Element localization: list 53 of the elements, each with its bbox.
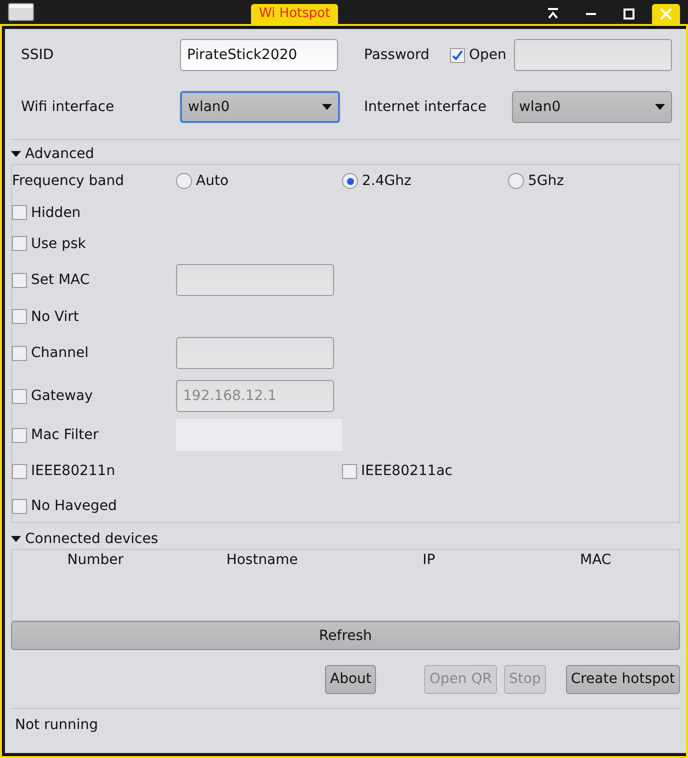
ssid-field[interactable]: PirateStick2020 xyxy=(180,39,338,71)
caret-icon[interactable] xyxy=(11,149,21,159)
checkbox[interactable] xyxy=(12,272,27,288)
column-header: MAC xyxy=(579,552,612,568)
option-label: No Haveged xyxy=(31,498,117,514)
checkbox[interactable] xyxy=(12,388,27,404)
checkbox[interactable] xyxy=(12,236,27,251)
option-label: Gateway xyxy=(31,388,93,404)
option-label: Mac Filter xyxy=(31,427,98,443)
internet-interface-dropdown[interactable]: wlan0 xyxy=(512,91,672,123)
internet-interface-label: Internet interface xyxy=(364,99,486,115)
checkbox[interactable] xyxy=(342,464,357,478)
checkbox[interactable] xyxy=(12,428,27,442)
checkbox[interactable] xyxy=(12,205,27,220)
radio-label: Auto xyxy=(196,173,229,189)
radio-button[interactable] xyxy=(342,173,358,189)
wifi-interface-label: Wifi interface xyxy=(21,99,116,115)
option-label: IEEE80211ac xyxy=(361,463,452,479)
caret-icon[interactable] xyxy=(11,534,21,544)
option-label: No Virt xyxy=(31,308,79,324)
action-button[interactable]: About xyxy=(325,664,376,694)
section-header[interactable]: Connected devices xyxy=(25,531,158,547)
ssid-label: SSID xyxy=(21,47,55,63)
checkbox[interactable] xyxy=(12,464,27,478)
column-header: IP xyxy=(422,552,436,568)
checkbox[interactable] xyxy=(12,498,27,514)
open-label: Open xyxy=(469,47,506,63)
caret-icon xyxy=(322,104,332,110)
column-header: Hostname xyxy=(225,552,299,568)
option-label: Set MAC xyxy=(31,272,90,288)
caret-icon xyxy=(654,104,665,110)
radio-label: 2.4Ghz xyxy=(362,173,412,189)
radio-button[interactable] xyxy=(176,173,192,189)
checkbox[interactable] xyxy=(450,48,465,62)
checkbox[interactable] xyxy=(12,309,27,324)
option-label: IEEE80211n xyxy=(31,463,116,479)
option-label: Use psk xyxy=(31,236,86,252)
section-header[interactable]: Advanced xyxy=(25,146,94,162)
status-text: Not running xyxy=(14,716,100,735)
app-icon[interactable] xyxy=(8,3,34,21)
window-title: Wi Hotspot xyxy=(251,4,338,24)
option-label: Hidden xyxy=(31,204,81,220)
wifi-interface-dropdown[interactable]: wlan0 xyxy=(180,91,340,123)
action-button[interactable]: Create hotspot xyxy=(566,664,680,694)
refresh-button[interactable]: Refresh xyxy=(11,621,680,650)
checkbox[interactable] xyxy=(12,346,27,360)
option-label: Channel xyxy=(31,345,88,361)
password-label: Password xyxy=(364,47,430,63)
radio-label: 5Ghz xyxy=(528,173,564,189)
radio-button[interactable] xyxy=(508,173,524,189)
frequency-band-label: Frequency band xyxy=(12,173,125,189)
close-icon[interactable] xyxy=(652,4,680,24)
column-header: Number xyxy=(66,552,124,568)
